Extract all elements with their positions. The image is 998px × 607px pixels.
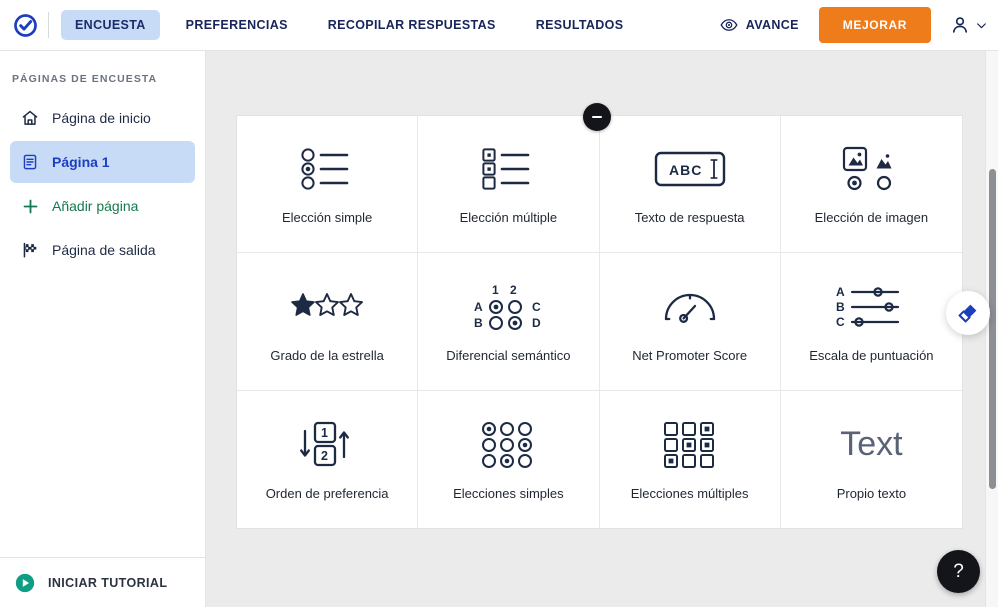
radio-grid-icon: [481, 414, 535, 476]
svg-text:B: B: [836, 300, 845, 314]
question-type-orden-de-preferencia[interactable]: 1 2 Orden de preferencia: [237, 390, 419, 528]
header-actions: AVANCE MEJORAR: [720, 0, 998, 51]
eye-icon: [720, 19, 738, 31]
question-type-diferencial-semantico[interactable]: 1 2 A B C D Diferencial semántico: [418, 253, 600, 391]
survey-canvas: Elección simple Elección múltiple ABC Te…: [206, 51, 998, 607]
gauge-icon: [661, 276, 719, 338]
sidebar-item-pagina-de-inicio[interactable]: Página de inicio: [10, 97, 195, 139]
question-type-eleccion-multiple[interactable]: Elección múltiple: [418, 116, 600, 254]
question-type-grado-de-la-estrella[interactable]: Grado de la estrella: [237, 253, 419, 391]
question-type-net-promoter-score[interactable]: Net Promoter Score: [599, 253, 781, 391]
app-logo[interactable]: [6, 0, 44, 51]
tab-preferencias[interactable]: PREFERENCIAS: [172, 10, 302, 40]
start-tutorial-button[interactable]: INICIAR TUTORIAL: [0, 557, 205, 607]
tab-resultados[interactable]: RESULTADOS: [522, 10, 638, 40]
sidebar: PÁGINAS DE ENCUESTA Página de inicio Pág…: [0, 51, 224, 607]
svg-text:1: 1: [321, 426, 328, 440]
question-type-eleccion-simple[interactable]: Elección simple: [237, 116, 419, 254]
question-type-label: Net Promoter Score: [632, 347, 748, 363]
question-type-eleccion-de-imagen[interactable]: Elección de imagen: [780, 116, 962, 254]
question-type-label: Diferencial semántico: [446, 347, 571, 363]
svg-text:2: 2: [321, 449, 328, 463]
account-menu[interactable]: [949, 14, 988, 36]
question-type-label: Escala de puntuación: [809, 347, 934, 363]
check-circle-logo-icon: [13, 13, 37, 37]
sidebar-item-label: Página de salida: [52, 242, 156, 258]
minus-icon: [592, 116, 602, 118]
question-type-label: Elección simple: [281, 210, 373, 226]
question-type-label: Elecciones simples: [453, 485, 564, 501]
text-box-icon: ABC: [654, 138, 726, 200]
svg-text:C: C: [836, 315, 845, 329]
custom-text-glyph: Text: [840, 425, 903, 464]
sidebar-title: PÁGINAS DE ENCUESTA: [12, 73, 158, 85]
question-type-label: Orden de preferencia: [265, 485, 389, 501]
paintbrush-icon: [958, 304, 977, 323]
question-type-label: Texto de respuesta: [634, 210, 745, 226]
page-icon: [20, 153, 40, 171]
plus-icon: [20, 197, 40, 216]
upgrade-button[interactable]: MEJORAR: [818, 7, 931, 43]
question-type-label: Grado de la estrella: [270, 347, 384, 363]
checkbox-list-icon: [480, 138, 536, 200]
header-nav-tabs: ENCUESTA PREFERENCIAS RECOPILAR RESPUEST…: [55, 0, 643, 51]
preview-label: AVANCE: [745, 18, 799, 32]
preview-button[interactable]: AVANCE: [720, 16, 799, 34]
tab-encuesta[interactable]: ENCUESTA: [61, 10, 160, 40]
home-icon: [20, 109, 40, 127]
svg-text:A: A: [836, 285, 845, 299]
question-type-elecciones-simples[interactable]: Elecciones simples: [418, 390, 600, 528]
ranking-icon: 1 2: [296, 414, 358, 476]
sidebar-item-label: Añadir página: [52, 198, 139, 214]
canvas-scrollbar-thumb[interactable]: [989, 169, 996, 489]
help-button[interactable]: ?: [937, 550, 980, 593]
text-box-glyph: ABC: [669, 162, 702, 178]
svg-text:2: 2: [510, 283, 517, 297]
svg-text:C: C: [532, 300, 541, 314]
question-type-label: Propio texto: [836, 485, 907, 501]
radio-list-icon: [299, 138, 355, 200]
question-type-elecciones-multiples[interactable]: Elecciones múltiples: [599, 390, 781, 528]
flag-icon: [20, 241, 40, 259]
sidebar-item-pagina-1[interactable]: Página 1 •••: [10, 141, 224, 183]
sidebar-page-list: Página de inicio Página 1 •••: [0, 97, 224, 557]
start-tutorial-label: INICIAR TUTORIAL: [48, 575, 168, 590]
question-type-escala-de-puntuacion[interactable]: A B C Escala de puntuación: [780, 253, 962, 391]
star-rating-icon: [290, 276, 364, 338]
question-type-propio-texto[interactable]: Text Propio texto: [780, 390, 962, 528]
image-choice-icon: [840, 138, 902, 200]
checkbox-grid-icon: [663, 414, 717, 476]
question-type-texto-de-respuesta[interactable]: ABC Texto de respuesta: [599, 116, 781, 254]
theme-button[interactable]: [946, 291, 990, 335]
chevron-down-icon: [977, 22, 986, 28]
question-type-label: Elección de imagen: [814, 210, 929, 226]
svg-text:A: A: [474, 300, 483, 314]
svg-text:D: D: [532, 316, 541, 330]
collapse-panel-button[interactable]: [583, 103, 611, 131]
canvas-scrollbar[interactable]: [985, 51, 998, 607]
svg-text:B: B: [474, 316, 483, 330]
sidebar-item-label: Página 1: [52, 154, 110, 170]
sidebar-item-label: Página de inicio: [52, 110, 151, 126]
user-icon: [952, 17, 968, 33]
app-header: ENCUESTA PREFERENCIAS RECOPILAR RESPUEST…: [0, 0, 998, 51]
question-type-label: Elecciones múltiples: [630, 485, 749, 501]
sidebar-item-pagina-de-salida[interactable]: Página de salida: [10, 229, 195, 271]
slider-scale-icon: A B C: [834, 276, 908, 338]
custom-text-icon: Text: [840, 414, 902, 476]
sidebar-item-anadir-pagina[interactable]: Añadir página: [10, 185, 195, 227]
play-circle-icon: [15, 573, 35, 592]
tab-recopilar-respuestas[interactable]: RECOPILAR RESPUESTAS: [314, 10, 510, 40]
question-type-panel: Elección simple Elección múltiple ABC Te…: [236, 115, 963, 529]
header-divider: [48, 12, 49, 38]
semantic-differential-icon: 1 2 A B C D: [468, 276, 548, 338]
question-type-label: Elección múltiple: [459, 210, 558, 226]
svg-text:1: 1: [492, 283, 499, 297]
